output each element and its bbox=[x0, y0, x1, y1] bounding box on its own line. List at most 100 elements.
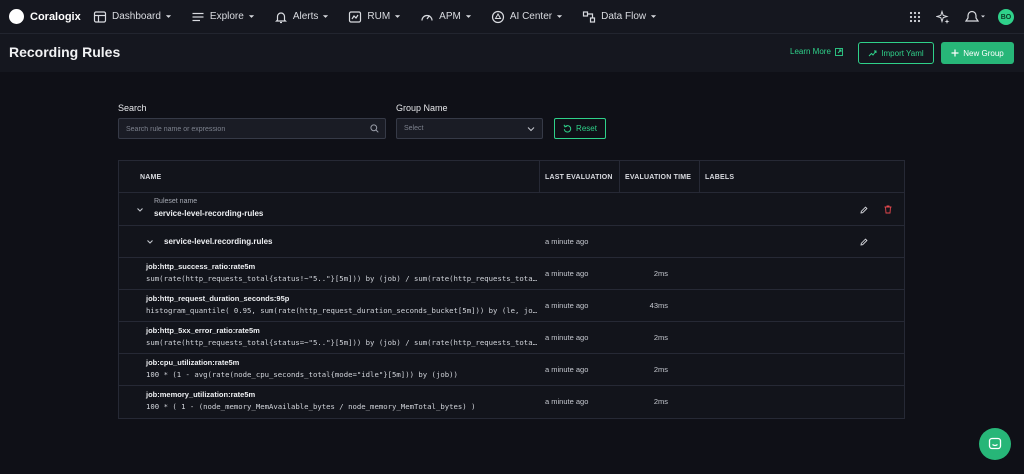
trash-icon[interactable] bbox=[884, 205, 892, 214]
rule-expression: sum(rate(http_requests_total{status!~"5.… bbox=[146, 274, 539, 283]
chevron-down-icon bbox=[165, 15, 172, 18]
nav-item-alerts[interactable]: Alerts bbox=[274, 0, 330, 34]
chevron-down-icon bbox=[650, 15, 657, 18]
nav-item-label: RUM bbox=[367, 11, 391, 22]
chevron-down-icon bbox=[527, 127, 535, 132]
rule-evaluation-time: 2ms bbox=[653, 365, 668, 374]
column-header-evaluation-time[interactable]: EVALUATION TIME bbox=[625, 161, 691, 193]
nav-item-apm[interactable]: APM bbox=[420, 0, 472, 34]
rule-expression: 100 * (1 - avg(rate(node_cpu_seconds_tot… bbox=[146, 370, 458, 379]
rule-last-evaluation: a minute ago bbox=[545, 333, 589, 342]
table-row[interactable]: job:http_request_duration_seconds:95p hi… bbox=[119, 290, 904, 322]
rule-name: job:http_success_ratio:rate5m bbox=[146, 262, 256, 271]
data-flow-icon bbox=[582, 10, 596, 23]
chevron-down-icon[interactable] bbox=[146, 238, 154, 246]
import-icon bbox=[868, 50, 877, 56]
group-name: service-level.recording.rules bbox=[164, 237, 273, 246]
ai-center-icon bbox=[491, 10, 504, 23]
support-chat-button[interactable] bbox=[979, 428, 1011, 460]
reset-button[interactable]: Reset bbox=[554, 118, 606, 139]
chevron-down-icon bbox=[465, 15, 471, 18]
rule-name: job:cpu_utilization:rate5m bbox=[146, 358, 240, 367]
import-yaml-label: Import Yaml bbox=[881, 48, 924, 58]
nav-item-data-flow[interactable]: Data Flow bbox=[582, 0, 657, 34]
sparkle-icon[interactable] bbox=[936, 10, 950, 24]
nav-item-label: AI Center bbox=[509, 11, 553, 22]
rule-evaluation-time: 2ms bbox=[653, 269, 668, 278]
group-name-select-value: Select bbox=[404, 125, 424, 132]
search-icon bbox=[370, 124, 379, 133]
explore-icon bbox=[192, 12, 204, 21]
search-label: Search bbox=[118, 103, 147, 113]
external-link-icon bbox=[834, 47, 843, 56]
rule-name: job:memory_utilization:rate5m bbox=[146, 390, 256, 399]
group-name-select[interactable]: Select bbox=[396, 118, 543, 139]
reset-icon bbox=[563, 124, 572, 133]
column-header-labels[interactable]: LABELS bbox=[705, 161, 734, 193]
reset-label: Reset bbox=[576, 124, 597, 133]
top-navigation-bar: Coralogix Dashboard Explore Alerts RUM A… bbox=[0, 0, 1024, 34]
topnav-actions: BO bbox=[894, 0, 1014, 34]
table-row[interactable]: job:http_success_ratio:rate5m sum(rate(h… bbox=[119, 258, 904, 290]
group-last-evaluation: a minute ago bbox=[545, 237, 589, 246]
coralogix-logo-icon bbox=[9, 9, 24, 24]
ruleset-row[interactable]: Ruleset name service-level-recording-rul… bbox=[119, 193, 904, 226]
page-title: Recording Rules bbox=[9, 44, 121, 60]
ruleset-name: service-level-recording-rules bbox=[154, 209, 264, 218]
rule-last-evaluation: a minute ago bbox=[545, 365, 589, 374]
table-row[interactable]: job:memory_utilization:rate5m 100 * ( 1 … bbox=[119, 386, 904, 418]
chevron-down-icon bbox=[248, 15, 254, 18]
brand-name: Coralogix bbox=[30, 10, 81, 23]
recording-rules-table: NAME LAST EVALUATION EVALUATION TIME LAB… bbox=[118, 160, 905, 419]
nav-item-dashboard[interactable]: Dashboard bbox=[93, 0, 172, 34]
table-row[interactable]: job:cpu_utilization:rate5m 100 * (1 - av… bbox=[119, 354, 904, 386]
rule-evaluation-time: 2ms bbox=[653, 333, 668, 342]
search-input[interactable] bbox=[126, 123, 366, 135]
nav-item-label: Explore bbox=[209, 11, 244, 22]
column-divider bbox=[539, 161, 540, 193]
apps-grid-icon[interactable] bbox=[908, 10, 922, 24]
bell-icon bbox=[274, 11, 287, 23]
search-field[interactable] bbox=[118, 118, 386, 139]
nav-item-label: Alerts bbox=[292, 11, 319, 22]
rule-expression: 100 * ( 1 - (node_memory_MemAvailable_by… bbox=[146, 402, 476, 411]
column-divider bbox=[619, 161, 620, 193]
nav-item-explore[interactable]: Explore bbox=[191, 0, 255, 34]
rum-icon bbox=[349, 10, 362, 23]
rule-expression: histogram_quantile( 0.95, sum(rate(http_… bbox=[146, 306, 539, 315]
rule-last-evaluation: a minute ago bbox=[545, 269, 589, 278]
brand[interactable]: Coralogix bbox=[9, 9, 93, 24]
ruleset-caption: Ruleset name bbox=[154, 198, 198, 205]
rule-last-evaluation: a minute ago bbox=[545, 301, 589, 310]
column-header-last-evaluation[interactable]: LAST EVALUATION bbox=[545, 161, 613, 193]
chat-icon bbox=[988, 437, 1002, 450]
rule-evaluation-time: 2ms bbox=[653, 397, 668, 406]
rule-last-evaluation: a minute ago bbox=[545, 397, 589, 406]
group-name-label: Group Name bbox=[396, 103, 448, 113]
nav-item-label: APM bbox=[439, 11, 461, 22]
learn-more-label: Learn More bbox=[790, 47, 831, 56]
avatar[interactable]: BO bbox=[998, 9, 1014, 25]
notification-bell-icon[interactable] bbox=[964, 10, 986, 24]
nav-item-label: Dashboard bbox=[112, 11, 161, 22]
new-group-label: New Group bbox=[963, 48, 1004, 58]
plus-icon bbox=[951, 49, 959, 57]
rule-name: job:http_5xx_error_ratio:rate5m bbox=[146, 326, 260, 335]
chevron-down-icon bbox=[395, 15, 401, 18]
chevron-down-icon bbox=[323, 15, 329, 18]
column-header-name[interactable]: NAME bbox=[140, 161, 161, 193]
table-header: NAME LAST EVALUATION EVALUATION TIME LAB… bbox=[119, 161, 904, 193]
chevron-down-icon[interactable] bbox=[136, 206, 144, 214]
rule-evaluation-time: 43ms bbox=[649, 301, 668, 310]
nav-item-rum[interactable]: RUM bbox=[348, 0, 401, 34]
edit-pencil-icon[interactable] bbox=[860, 238, 868, 246]
nav-item-ai-center[interactable]: AI Center bbox=[491, 0, 563, 34]
import-yaml-button[interactable]: Import Yaml bbox=[858, 42, 934, 64]
nav-item-label: Data Flow bbox=[601, 11, 647, 22]
learn-more-link[interactable]: Learn More bbox=[790, 47, 843, 56]
table-row[interactable]: job:http_5xx_error_ratio:rate5m sum(rate… bbox=[119, 322, 904, 354]
new-group-button[interactable]: New Group bbox=[941, 42, 1014, 64]
group-row[interactable]: service-level.recording.rules a minute a… bbox=[119, 226, 904, 258]
rule-expression: sum(rate(http_requests_total{status=~"5.… bbox=[146, 338, 539, 347]
edit-pencil-icon[interactable] bbox=[860, 206, 868, 214]
